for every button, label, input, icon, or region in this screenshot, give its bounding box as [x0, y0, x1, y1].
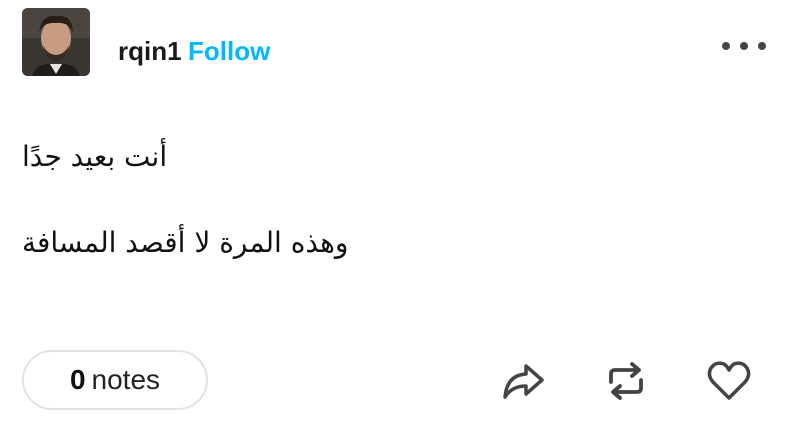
notes-label: notes: [91, 364, 161, 395]
username-link[interactable]: rqin1: [118, 36, 182, 67]
post-text-line: أنت بعيد جدًا: [22, 140, 168, 173]
follow-button[interactable]: Follow: [188, 36, 270, 67]
avatar-image: [22, 8, 90, 76]
notes-button[interactable]: 0 notes: [22, 350, 208, 410]
more-dot: [722, 42, 730, 50]
post-header: rqin1 Follow: [22, 8, 778, 78]
more-dot: [758, 42, 766, 50]
more-options-icon[interactable]: [722, 34, 766, 58]
heart-icon[interactable]: [703, 355, 755, 407]
post-text-line: وهذه المرة لا أقصد المسافة: [22, 226, 349, 259]
avatar[interactable]: [22, 8, 90, 76]
reblog-icon[interactable]: [600, 355, 652, 407]
notes-count: 0: [69, 364, 86, 395]
share-icon[interactable]: [497, 355, 549, 407]
more-dot: [740, 42, 748, 50]
